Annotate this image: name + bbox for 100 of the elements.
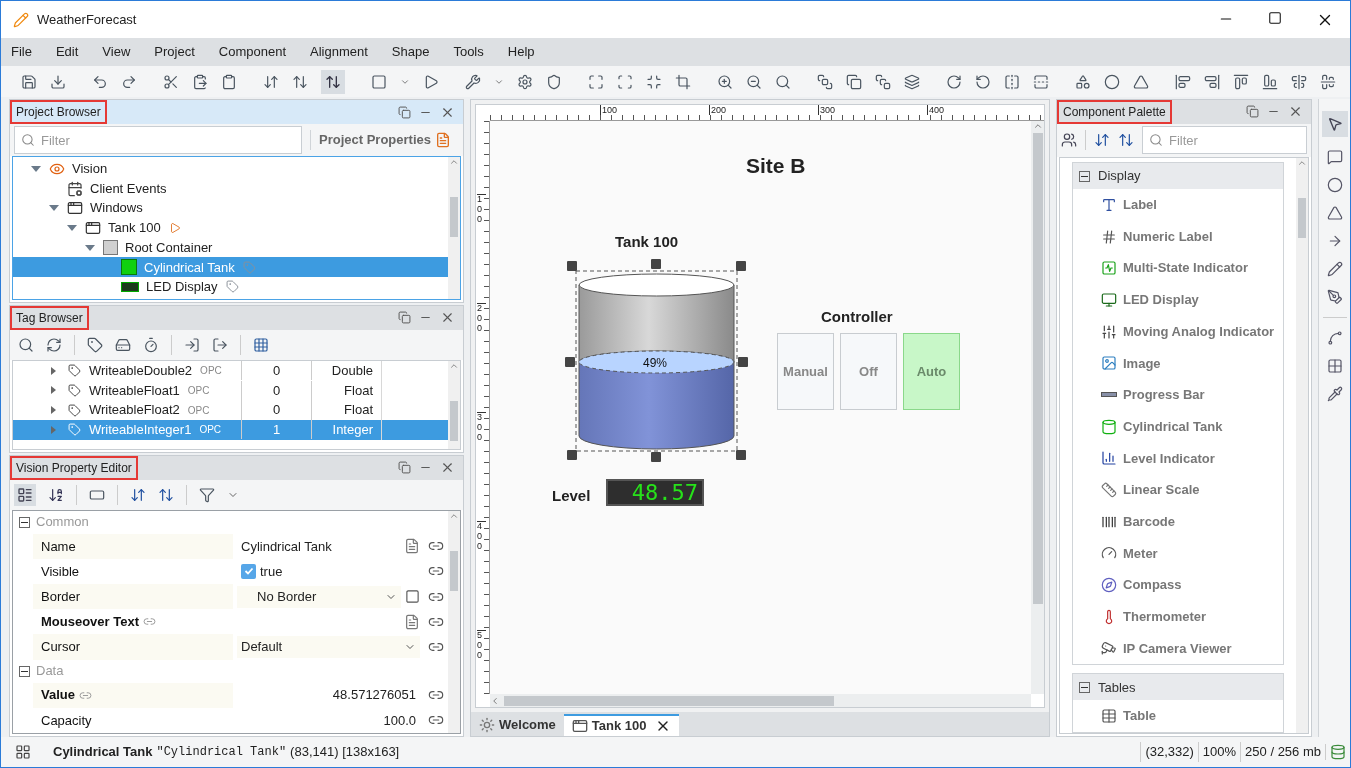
scrollbar[interactable] <box>448 510 460 733</box>
line-icon[interactable] <box>1326 330 1343 346</box>
vertical-scrollbar[interactable] <box>1031 121 1044 694</box>
palette-item[interactable]: Moving Analog Indicator <box>1073 315 1283 348</box>
scrollbar-thumb[interactable] <box>450 197 458 237</box>
editor-icon[interactable] <box>404 538 420 555</box>
expand-arrow-icon[interactable] <box>85 244 95 251</box>
flip-icon[interactable] <box>1033 73 1049 90</box>
horizontal-scrollbar[interactable] <box>490 694 1031 707</box>
frame-icon[interactable] <box>646 73 662 90</box>
expand-icon[interactable] <box>130 486 146 503</box>
gradient-icon[interactable] <box>1326 358 1343 374</box>
palette-item[interactable]: Progress Bar <box>1073 379 1283 411</box>
align-icon[interactable] <box>1175 73 1191 90</box>
clipboard-icon[interactable] <box>221 73 237 90</box>
zoom-in-icon[interactable] <box>717 73 733 90</box>
settings-icon[interactable] <box>517 73 533 90</box>
redo-icon[interactable] <box>121 73 137 90</box>
pencil-icon[interactable] <box>1326 261 1343 277</box>
export-icon[interactable] <box>212 336 228 353</box>
resize-handle-icon[interactable] <box>567 261 577 271</box>
collapse-arrow-icon[interactable] <box>51 386 56 395</box>
scrollbar-thumb[interactable] <box>450 550 458 591</box>
resize-handle-icon[interactable] <box>736 261 746 271</box>
rotate-icon[interactable] <box>946 73 962 90</box>
scrollbar[interactable] <box>448 157 460 299</box>
scrollbar-thumb[interactable] <box>1298 198 1306 238</box>
drive-icon[interactable] <box>115 336 131 353</box>
align-icon[interactable] <box>1233 73 1249 90</box>
sort-icon[interactable] <box>48 486 64 503</box>
play-icon[interactable] <box>423 73 439 90</box>
menu-item[interactable]: Component <box>218 42 286 62</box>
circle-icon[interactable] <box>1326 177 1343 193</box>
menu-item[interactable]: Project <box>154 42 195 62</box>
circle-icon[interactable] <box>1104 73 1120 90</box>
editor-icon[interactable] <box>404 613 420 630</box>
tree-item[interactable]: Client Events <box>13 178 448 199</box>
tree-item[interactable]: Vision <box>13 159 448 179</box>
stack-icon[interactable] <box>875 73 891 90</box>
resize-handle-icon[interactable] <box>651 452 661 462</box>
align-icon[interactable] <box>1262 73 1278 90</box>
scrollbar[interactable] <box>1296 158 1308 733</box>
resize-handle-icon[interactable] <box>736 450 746 460</box>
eyedropper-icon[interactable] <box>1326 386 1343 402</box>
tag-icon[interactable] <box>87 336 103 353</box>
group-icon[interactable] <box>1061 132 1077 149</box>
scrollbar[interactable] <box>448 360 460 449</box>
palette-item[interactable]: Linear Scale <box>1073 474 1283 506</box>
tree-item[interactable]: Root Container <box>13 237 448 258</box>
expand-icon[interactable] <box>1094 132 1110 149</box>
property-dropdown[interactable]: No Border <box>237 585 401 608</box>
polygon-icon[interactable] <box>1326 205 1343 221</box>
shield-icon[interactable] <box>546 73 562 90</box>
grid-icon[interactable] <box>253 336 269 353</box>
toggle-button[interactable] <box>321 69 345 94</box>
layers-icon[interactable] <box>817 73 833 90</box>
palette-item[interactable]: Table <box>1073 700 1283 732</box>
callout-icon[interactable] <box>1326 149 1343 165</box>
shapes-icon[interactable] <box>1075 73 1091 90</box>
save-icon[interactable] <box>21 73 37 90</box>
document-tab[interactable]: Tank 100 <box>563 714 679 736</box>
expand-arrow-icon[interactable] <box>49 205 59 212</box>
collapse-arrow-icon[interactable] <box>51 406 56 415</box>
categorized-button[interactable] <box>14 483 36 506</box>
palette-item[interactable]: Multi-State Indicator <box>1073 252 1283 285</box>
expand-arrow-icon[interactable] <box>67 224 77 231</box>
collapse-icon[interactable] <box>1079 681 1090 693</box>
restore-icon[interactable] <box>398 311 411 325</box>
tree-item[interactable]: LED Display <box>13 277 448 297</box>
undo-icon[interactable] <box>92 73 108 90</box>
refresh-icon[interactable] <box>46 336 62 353</box>
square-icon[interactable] <box>371 73 387 90</box>
collapse-arrow-icon[interactable] <box>51 366 56 375</box>
scrollbar-thumb[interactable] <box>1032 133 1043 604</box>
timer-icon[interactable] <box>143 336 159 353</box>
palette-item[interactable]: Thermometer <box>1073 600 1283 633</box>
tree-item[interactable]: Tank 100 <box>13 218 448 238</box>
document-tab[interactable]: Welcome <box>471 714 564 736</box>
project-properties-button[interactable]: Project Properties <box>310 130 459 150</box>
palette-item[interactable]: Meter <box>1073 537 1283 570</box>
resize-handle-icon[interactable] <box>567 450 577 460</box>
filter-icon[interactable] <box>199 486 215 503</box>
collapse-icon[interactable] <box>1118 132 1134 149</box>
triangle-icon[interactable] <box>1133 73 1149 90</box>
paste-icon[interactable] <box>192 73 208 90</box>
wrench-icon[interactable] <box>465 73 481 90</box>
collapse-icon[interactable] <box>1079 170 1090 182</box>
scrollbar-thumb[interactable] <box>450 400 458 441</box>
border-icon[interactable] <box>405 589 420 605</box>
menu-item[interactable]: Edit <box>55 42 79 62</box>
palette-item[interactable]: LED Display <box>1073 284 1283 316</box>
collapse-icon[interactable] <box>19 665 30 677</box>
zoom-icon[interactable] <box>775 73 791 90</box>
palette-item[interactable]: Compass <box>1073 569 1283 601</box>
filter-field[interactable]: Filter <box>14 126 302 154</box>
menu-item[interactable]: File <box>11 42 32 62</box>
align-icon[interactable] <box>1204 73 1220 90</box>
tree-item[interactable]: Windows <box>13 198 448 219</box>
arrows-icon[interactable] <box>263 73 279 90</box>
resize-handle-icon[interactable] <box>651 259 661 269</box>
